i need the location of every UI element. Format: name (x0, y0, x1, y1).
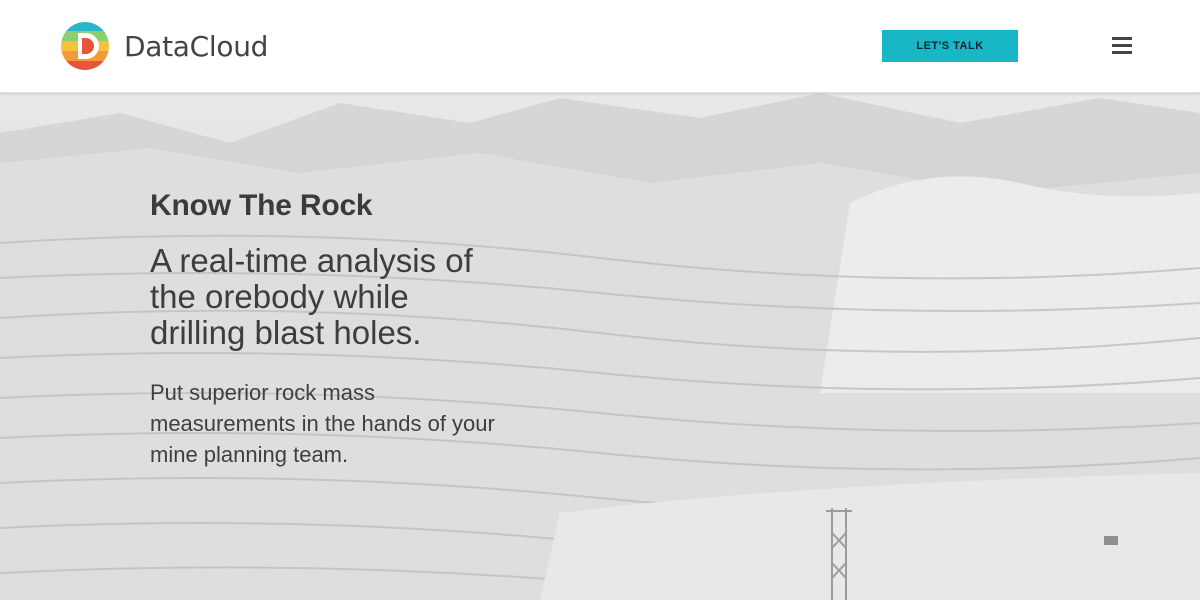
hero-body: Put superior rock mass measurements in t… (150, 380, 495, 467)
datacloud-logo-icon (61, 22, 109, 70)
hero-headline: A real-time analysis of the orebody whil… (150, 242, 473, 351)
hero-section: Know The Rock A real-time analysis of th… (0, 93, 1200, 600)
hero-kicker: Know The Rock (150, 189, 373, 222)
lets-talk-button[interactable]: LET'S TALK (882, 30, 1018, 62)
hero-copy: Know The Rock A real-time analysis of th… (150, 189, 510, 470)
brand-name: DataCloud (124, 29, 269, 63)
site-header: DataCloud LET'S TALK (0, 0, 1200, 93)
brand-logo[interactable]: DataCloud (60, 20, 268, 72)
hamburger-menu-icon[interactable] (1112, 37, 1134, 55)
